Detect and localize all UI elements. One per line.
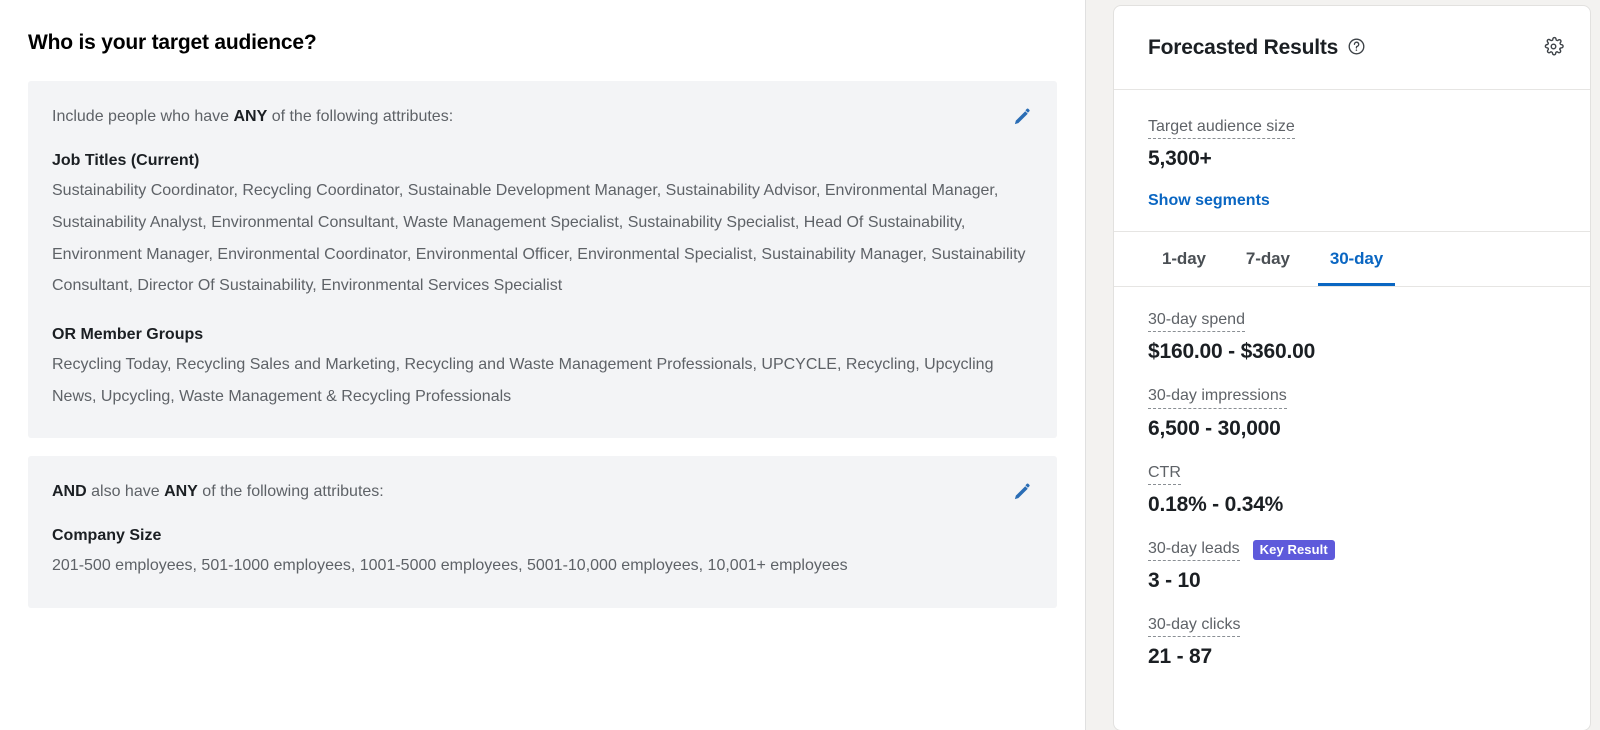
target-audience-block: Target audience size 5,300+ Show segment… <box>1114 90 1590 210</box>
facet-intro-and: AND also have ANY of the following attri… <box>52 480 1031 503</box>
forecast-sidebar: Forecasted Results Target audience size … <box>1086 0 1600 730</box>
page-title: Who is your target audience? <box>28 31 317 54</box>
target-audience-size-value: 5,300+ <box>1148 147 1212 171</box>
edit-and-facet-button[interactable] <box>1005 476 1039 510</box>
edit-include-facet-button[interactable] <box>1005 101 1039 135</box>
metric-label[interactable]: CTR <box>1148 463 1181 485</box>
metric-value: 6,500 - 30,000 <box>1148 416 1281 440</box>
forecast-title: Forecasted Results <box>1148 35 1339 59</box>
forecast-timeframe-tabs: 1-day 7-day 30-day <box>1114 231 1590 288</box>
audience-editor-panel: Who is your target audience? Include peo… <box>0 0 1086 730</box>
metric-value: $160.00 - $360.00 <box>1148 340 1316 364</box>
pencil-edit-icon <box>1012 107 1032 130</box>
metric-row-clicks: 30-day clicks 21 - 87 <box>1148 615 1556 669</box>
facet-group-job-titles: Job Titles (Current) Sustainability Coor… <box>52 152 1031 302</box>
forecast-title-group: Forecasted Results <box>1148 36 1366 60</box>
tab-1-day[interactable]: 1-day <box>1142 232 1226 286</box>
metric-value: 21 - 87 <box>1148 645 1212 669</box>
metric-label[interactable]: 30-day clicks <box>1148 615 1241 638</box>
facet-group-title: Company Size <box>52 527 162 545</box>
facet-card-include: Include people who have ANY of the follo… <box>28 81 1057 439</box>
metric-label-line: 30-day clicks <box>1148 615 1556 638</box>
tab-7-day[interactable]: 7-day <box>1226 232 1310 286</box>
facet-card-and: AND also have ANY of the following attri… <box>28 456 1057 609</box>
forecast-card-header: Forecasted Results <box>1114 6 1590 90</box>
pencil-edit-icon <box>1012 482 1032 505</box>
facet-intro-emphasis-and: AND <box>52 483 87 501</box>
forecast-metrics-list: 30-day spend $160.00 - $360.00 30-day im… <box>1114 287 1590 669</box>
metric-label-line: CTR <box>1148 463 1556 485</box>
facet-intro-emphasis-any: ANY <box>164 483 198 501</box>
facet-intro-emphasis: ANY <box>233 108 268 125</box>
help-circle-icon <box>1347 37 1366 59</box>
forecast-help-button[interactable] <box>1347 37 1366 59</box>
facet-group-member-groups: OR Member Groups Recycling Today, Recycl… <box>52 326 1031 412</box>
metric-row-leads: 30-day leads Key Result 3 - 10 <box>1148 539 1556 593</box>
gear-icon <box>1543 36 1564 60</box>
facet-group-title: Job Titles (Current) <box>52 152 200 170</box>
campaign-audience-screen: Who is your target audience? Include peo… <box>0 0 1600 730</box>
metric-row-spend: 30-day spend $160.00 - $360.00 <box>1148 310 1556 364</box>
metric-row-impressions: 30-day impressions 6,500 - 30,000 <box>1148 386 1556 440</box>
metric-value: 3 - 10 <box>1148 568 1201 592</box>
metric-label-line: 30-day leads Key Result <box>1148 539 1556 561</box>
show-segments-link[interactable]: Show segments <box>1148 192 1270 210</box>
target-audience-size-label[interactable]: Target audience size <box>1148 117 1295 140</box>
key-result-badge: Key Result <box>1252 539 1335 560</box>
metric-label[interactable]: 30-day leads <box>1148 539 1240 561</box>
facet-intro-prefix: Include people who have <box>52 108 234 125</box>
facet-group-values: Sustainability Coordinator, Recycling Co… <box>52 182 1026 295</box>
metric-label-line: 30-day impressions <box>1148 386 1556 409</box>
facet-group-values: 201-500 employees, 501-1000 employees, 1… <box>52 557 848 575</box>
forecast-settings-button[interactable] <box>1543 36 1564 60</box>
tab-30-day[interactable]: 30-day <box>1310 232 1403 287</box>
metric-label[interactable]: 30-day impressions <box>1148 386 1287 409</box>
facet-intro-include: Include people who have ANY of the follo… <box>52 105 1031 128</box>
facet-group-values: Recycling Today, Recycling Sales and Mar… <box>52 355 994 405</box>
metric-label-line: 30-day spend <box>1148 310 1556 333</box>
metric-value: 0.18% - 0.34% <box>1148 492 1284 516</box>
metric-row-ctr: CTR 0.18% - 0.34% <box>1148 463 1556 517</box>
facet-intro-suffix: of the following attributes: <box>267 108 454 125</box>
facet-intro-middle: also have <box>86 483 165 501</box>
facet-group-company-size: Company Size 201-500 employees, 501-1000… <box>52 527 1031 582</box>
metric-label[interactable]: 30-day spend <box>1148 310 1245 333</box>
facet-intro-suffix: of the following attributes: <box>197 483 384 501</box>
facet-group-title: OR Member Groups <box>52 325 204 343</box>
forecasted-results-card: Forecasted Results Target audience size … <box>1113 5 1591 730</box>
